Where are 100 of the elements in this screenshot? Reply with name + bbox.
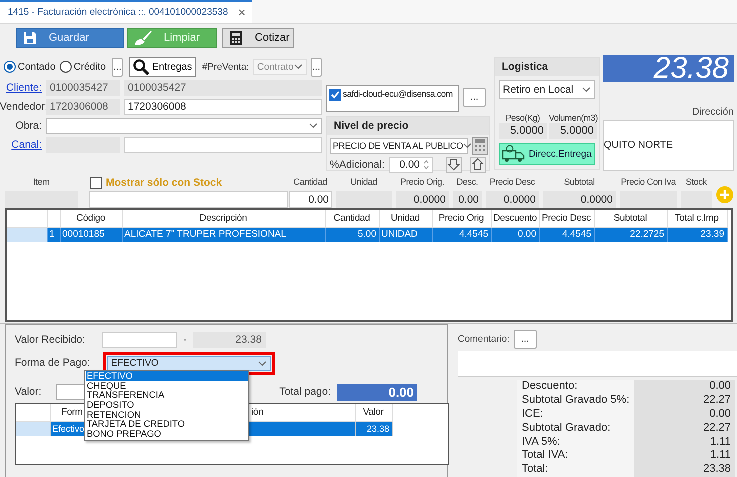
table-cell: 22.2725 <box>594 227 667 242</box>
column-label: Unidad <box>350 177 378 187</box>
field-link[interactable]: Cliente: <box>0 82 42 94</box>
field-label: Peso(Kg) <box>504 113 542 123</box>
column-label: Precio Orig. <box>400 177 444 187</box>
table-cell: 00010185 <box>60 227 122 242</box>
field-label: Item <box>33 177 50 187</box>
dropdown-option[interactable]: CHEQUE <box>86 380 248 390</box>
field-label: %Adicional: <box>330 159 385 171</box>
amount-due-field: 23.38 <box>192 332 266 348</box>
volume-field: 5.0000 <box>549 123 597 139</box>
column-label: Precio Desc <box>490 177 536 187</box>
field-label: #PreVenta: <box>202 62 250 72</box>
name-field: 0100035427 <box>124 80 322 96</box>
close-button[interactable]: × <box>238 5 246 20</box>
summary-label: Total IVA: <box>517 449 634 464</box>
summary-label: ICE: <box>517 408 634 422</box>
dropdown-value: Retiro en Local <box>503 84 574 96</box>
radio-button[interactable]: Contado <box>4 61 56 73</box>
summary-value: 1.11 <box>634 449 735 464</box>
quote-button[interactable]: Cotizar <box>222 28 294 48</box>
dropdown-option[interactable]: TRANSFERENCIA <box>86 390 248 400</box>
column-header: Precio Orig <box>432 210 491 227</box>
summary-label: Subtotal Gravado 5%: <box>517 394 634 408</box>
column-header: Cantidad <box>325 210 379 227</box>
input-field[interactable]: 0.00 <box>289 191 332 208</box>
summary-value: 23.38 <box>634 463 735 477</box>
panel-title: Nivel de precio <box>327 117 489 135</box>
field-label: Dirección <box>691 107 734 118</box>
table-cell: 4.4545 <box>539 227 594 242</box>
dropdown-value: EFECTIVO <box>111 358 159 369</box>
summary-label: Subtotal Gravado: <box>517 422 634 436</box>
summary-label: Total: <box>517 463 634 477</box>
save-button[interactable]: Guardar <box>16 28 124 48</box>
summary-label: IVA 5%: <box>517 436 634 450</box>
dropdown-option[interactable]: EFECTIVO <box>86 371 248 381</box>
table-cell: ALICATE 7" TRUPER PROFESIONAL <box>122 227 325 242</box>
payment-method-dropdown[interactable]: EFECTIVO <box>107 356 272 371</box>
column-header: Valor <box>355 404 392 421</box>
logistics-dropdown[interactable]: Retiro en Local <box>499 80 595 99</box>
summary-value: 0.00 <box>634 380 735 394</box>
dropdown-value: PRECIO DE VENTA AL PUBLICO <box>333 141 464 151</box>
summary-value: 22.27 <box>634 394 735 408</box>
field-value: QUITO NORTE <box>604 140 674 151</box>
table-cell: 5.00 <box>325 227 379 242</box>
column-header: Código <box>60 210 122 227</box>
column-header: Subtotal <box>594 210 667 227</box>
tab-title: 1415 - Facturación electrónica ::. 004101000023538 <box>8 7 228 18</box>
column-label: Precio Con Iva <box>621 177 676 187</box>
column-header: Descripción <box>122 210 325 227</box>
column-label: Cantidad <box>294 177 328 187</box>
email-address: safdi-cloud-ecu@disensa.com <box>343 89 453 99</box>
percent-spinner[interactable]: 0.00 <box>388 157 433 173</box>
total-paid-amount: 0.00 <box>337 384 418 400</box>
summary-value: 1.11 <box>634 436 735 450</box>
field-label: Obra: <box>14 120 42 132</box>
summary-label: Descuento: <box>517 380 634 394</box>
column-header: Total c.Imp <box>667 210 727 227</box>
field-label: Forma de Pago: <box>15 357 90 369</box>
email-field[interactable]: safdi-cloud-ecu@disensa.com <box>326 85 459 112</box>
more-button[interactable]: ... <box>112 58 124 76</box>
readonly-field: 0.0000 <box>486 191 539 208</box>
field-link[interactable]: Canal: <box>0 139 42 151</box>
panel-title: Logistica <box>495 58 599 76</box>
dropdown-value: Contrato <box>257 62 294 72</box>
column-header: Descuento <box>491 210 539 227</box>
more-button[interactable]: ... <box>463 88 486 107</box>
delivery-address-button[interactable]: Direcc.Entrega <box>499 143 595 165</box>
field-label: Valor: <box>15 386 42 398</box>
total-amount: 23.38 <box>603 55 734 82</box>
field-value: 0.00 <box>400 159 420 171</box>
summary-value: 0.00 <box>634 408 735 422</box>
more-button[interactable]: ... <box>514 330 537 349</box>
column-header: Unidad <box>379 210 432 227</box>
code-field: 1720306008 <box>46 99 120 115</box>
summary-value: 22.27 <box>634 422 735 436</box>
field-label: Comentario: <box>458 334 510 345</box>
radio-button[interactable]: Crédito <box>60 61 106 73</box>
deliveries-button[interactable]: Entregas <box>129 57 196 77</box>
table-cell: 23.38 <box>355 421 392 436</box>
dash-label: - <box>183 334 187 346</box>
column-label: Stock <box>686 177 707 187</box>
readonly-field: 0.0000 <box>396 191 449 208</box>
readonly-field: 0.00 <box>453 191 482 208</box>
document-tab[interactable]: 1415 - Facturación electrónica ::. 004101000023538 × <box>0 0 252 23</box>
address-field[interactable]: QUITO NORTE <box>603 120 734 171</box>
column-header: Precio Desc <box>539 210 594 227</box>
code-field: 0100035427 <box>46 80 120 96</box>
table-cell: 23.39 <box>667 227 727 242</box>
column-label: Subtotal <box>564 177 595 187</box>
readonly-field: 0.0000 <box>543 191 616 208</box>
table-cell: UNIDAD <box>379 227 432 242</box>
table-cell: 0.00 <box>491 227 539 242</box>
weight-field: 5.0000 <box>499 123 547 139</box>
field-label: Total pago: <box>280 386 332 398</box>
checkbox-label: Mostrar sólo con Stock <box>106 177 222 189</box>
column-label: Desc. <box>456 177 478 187</box>
name-field[interactable]: 1720306008 <box>124 99 322 115</box>
field-label: Valor Recibido: <box>15 334 86 346</box>
table-cell: 4.4545 <box>432 227 491 242</box>
